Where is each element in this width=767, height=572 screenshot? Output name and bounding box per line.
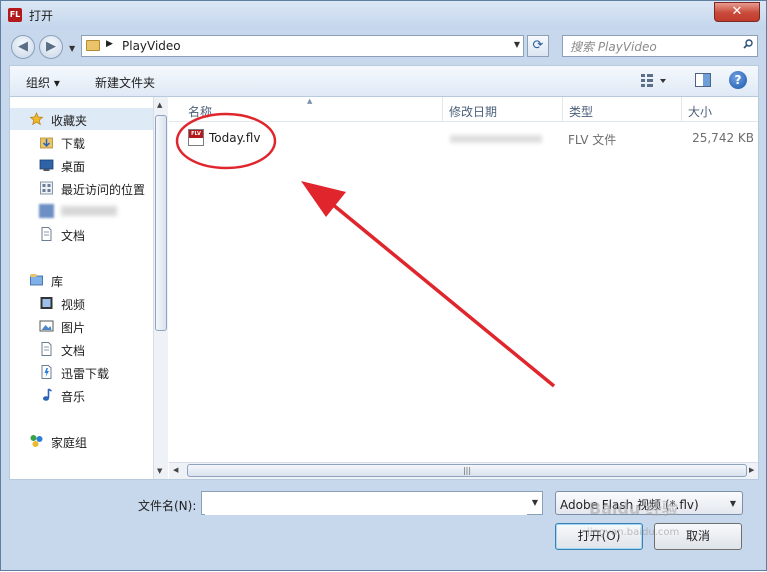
filename-label: 文件名(N): bbox=[138, 499, 197, 513]
file-size: 25,742 KB bbox=[692, 131, 754, 145]
flash-app-icon: FL bbox=[8, 8, 22, 22]
sidebar-item-label: 家庭组 bbox=[51, 436, 88, 450]
file-name[interactable]: Today.flv bbox=[209, 131, 260, 145]
column-divider[interactable] bbox=[442, 97, 443, 121]
sidebar-item-label: 视频 bbox=[61, 298, 86, 312]
folder-icon bbox=[86, 40, 100, 51]
column-header: ▲ 名称 修改日期 类型 大小 bbox=[169, 97, 758, 122]
search-box[interactable] bbox=[562, 35, 758, 57]
sidebar-item-homegroup[interactable]: 家庭组 bbox=[10, 430, 156, 452]
sidebar-item-label: 文档 bbox=[61, 344, 86, 358]
sidebar-item-label: 下载 bbox=[61, 137, 86, 151]
sidebar-item-videos[interactable]: 视频 bbox=[10, 292, 156, 314]
blurred-modified-date bbox=[450, 135, 542, 143]
blurred-label bbox=[61, 206, 117, 216]
scroll-up-icon[interactable]: ▲ bbox=[157, 101, 162, 109]
recent-places-icon bbox=[40, 181, 53, 195]
window-title: 打开 bbox=[29, 9, 54, 23]
sidebar-item-label: 文档 bbox=[61, 229, 86, 243]
document-icon bbox=[41, 227, 52, 241]
navigation-bar: ◀ ▶ ▼ ▶ PlayVideo ▼ ⟳ bbox=[1, 29, 766, 63]
sidebar-item-label: 收藏夹 bbox=[51, 114, 88, 128]
file-type: FLV 文件 bbox=[568, 133, 617, 147]
column-modified[interactable]: 修改日期 bbox=[449, 103, 497, 120]
star-icon bbox=[29, 112, 44, 126]
sidebar-item-label: 桌面 bbox=[61, 160, 86, 174]
column-type[interactable]: 类型 bbox=[569, 103, 593, 120]
sidebar-item-recent-places[interactable]: 最近访问的位置 bbox=[10, 177, 156, 199]
horizontal-scroll-thumb[interactable]: ||| bbox=[187, 464, 747, 477]
sidebar-item-music[interactable]: 音乐 bbox=[10, 384, 156, 406]
thunder-download-icon bbox=[41, 365, 52, 379]
refresh-button[interactable]: ⟳ bbox=[527, 35, 549, 57]
column-divider[interactable] bbox=[681, 97, 682, 121]
sidebar-item-blurred[interactable] bbox=[10, 200, 156, 222]
help-icon[interactable]: ? bbox=[729, 71, 747, 89]
music-icon bbox=[43, 388, 52, 401]
flv-badge: FLV bbox=[189, 130, 203, 138]
organize-button[interactable]: 组织 ▾ bbox=[26, 74, 60, 91]
sidebar-scrollbar[interactable]: ▲ ▼ bbox=[153, 97, 168, 479]
sidebar-item-label: 最近访问的位置 bbox=[61, 183, 146, 197]
command-toolbar: 组织 ▾ 新建文件夹 ? bbox=[9, 65, 759, 96]
table-row[interactable]: FLV Today.flv FLV 文件 25,742 KB bbox=[169, 127, 758, 149]
video-icon bbox=[40, 297, 53, 309]
search-input[interactable] bbox=[568, 37, 738, 57]
horizontal-scrollbar[interactable]: ◀ ||| ▶ bbox=[169, 462, 758, 479]
sidebar-item-thunder-downloads[interactable]: 迅雷下载 bbox=[10, 361, 156, 383]
library-icon bbox=[30, 274, 43, 286]
sidebar-item-label: 音乐 bbox=[61, 390, 86, 404]
search-icon[interactable] bbox=[743, 39, 753, 49]
chevron-down-icon: ▼ bbox=[729, 499, 736, 508]
new-folder-button[interactable]: 新建文件夹 bbox=[95, 74, 155, 91]
homegroup-icon bbox=[30, 435, 43, 447]
picture-icon bbox=[39, 320, 54, 332]
breadcrumb[interactable]: PlayVideo bbox=[122, 39, 181, 53]
sidebar-item-library-documents[interactable]: 文档 bbox=[10, 338, 156, 360]
scroll-right-icon[interactable]: ▶ bbox=[749, 466, 754, 474]
scroll-down-icon[interactable]: ▼ bbox=[157, 467, 162, 475]
filename-field[interactable]: ▼ bbox=[201, 491, 543, 515]
baidu-watermark: Baidu 经验 bbox=[589, 499, 678, 518]
sidebar-item-desktop[interactable]: 桌面 bbox=[10, 154, 156, 176]
sidebar-item-label: 图片 bbox=[61, 321, 86, 335]
title-bar[interactable]: FL 打开 ✕ bbox=[1, 1, 766, 29]
sidebar-item-documents[interactable]: 文档 bbox=[10, 223, 156, 245]
recent-pages-dropdown-icon[interactable]: ▼ bbox=[69, 44, 75, 53]
sidebar-item-pictures[interactable]: 图片 bbox=[10, 315, 156, 337]
filename-dropdown-icon[interactable]: ▼ bbox=[532, 498, 538, 507]
breadcrumb-arrow-icon[interactable]: ▶ bbox=[106, 39, 113, 49]
file-list: ▲ 名称 修改日期 类型 大小 FLV Today.flv FLV 文件 25,… bbox=[169, 97, 758, 479]
sidebar-item-downloads[interactable]: 下载 bbox=[10, 131, 156, 153]
sidebar-item-label: 库 bbox=[51, 275, 64, 289]
column-size[interactable]: 大小 bbox=[688, 103, 712, 120]
scroll-left-icon[interactable]: ◀ bbox=[173, 466, 178, 474]
filename-input[interactable] bbox=[205, 493, 527, 515]
column-divider[interactable] bbox=[562, 97, 563, 121]
address-dropdown-icon[interactable]: ▼ bbox=[514, 40, 520, 49]
desktop-icon bbox=[39, 159, 54, 171]
navigation-pane: 收藏夹 下载 桌面 最近访问的位置 文档 库 视频 图片 文档 迅雷下载 音乐 … bbox=[10, 97, 156, 479]
forward-button[interactable]: ▶ bbox=[39, 35, 63, 59]
watermark-url: jingyan.baidu.com bbox=[587, 527, 680, 538]
sidebar-item-favorites[interactable]: 收藏夹 bbox=[10, 108, 156, 130]
sidebar-scroll-thumb[interactable] bbox=[155, 115, 167, 331]
blurred-item-icon bbox=[39, 204, 54, 218]
column-name[interactable]: 名称 bbox=[188, 103, 212, 120]
preview-pane-icon[interactable] bbox=[694, 71, 712, 89]
view-options-icon[interactable] bbox=[639, 71, 667, 89]
back-button[interactable]: ◀ bbox=[11, 35, 35, 59]
open-file-dialog: FL 打开 ✕ ◀ ▶ ▼ ▶ PlayVideo ▼ ⟳ 组织 ▾ 新建文件夹 bbox=[0, 0, 767, 571]
sort-ascending-icon: ▲ bbox=[307, 97, 313, 105]
address-bar[interactable]: ▶ PlayVideo ▼ bbox=[81, 35, 524, 57]
close-button[interactable]: ✕ bbox=[714, 2, 760, 22]
download-folder-icon bbox=[40, 137, 53, 149]
flv-file-icon: FLV bbox=[188, 129, 204, 146]
sidebar-item-label: 迅雷下载 bbox=[61, 367, 110, 381]
document-icon bbox=[41, 342, 52, 356]
sidebar-item-libraries[interactable]: 库 bbox=[10, 269, 156, 291]
content-area: 收藏夹 下载 桌面 最近访问的位置 文档 库 视频 图片 文档 迅雷下载 音乐 … bbox=[9, 96, 759, 480]
